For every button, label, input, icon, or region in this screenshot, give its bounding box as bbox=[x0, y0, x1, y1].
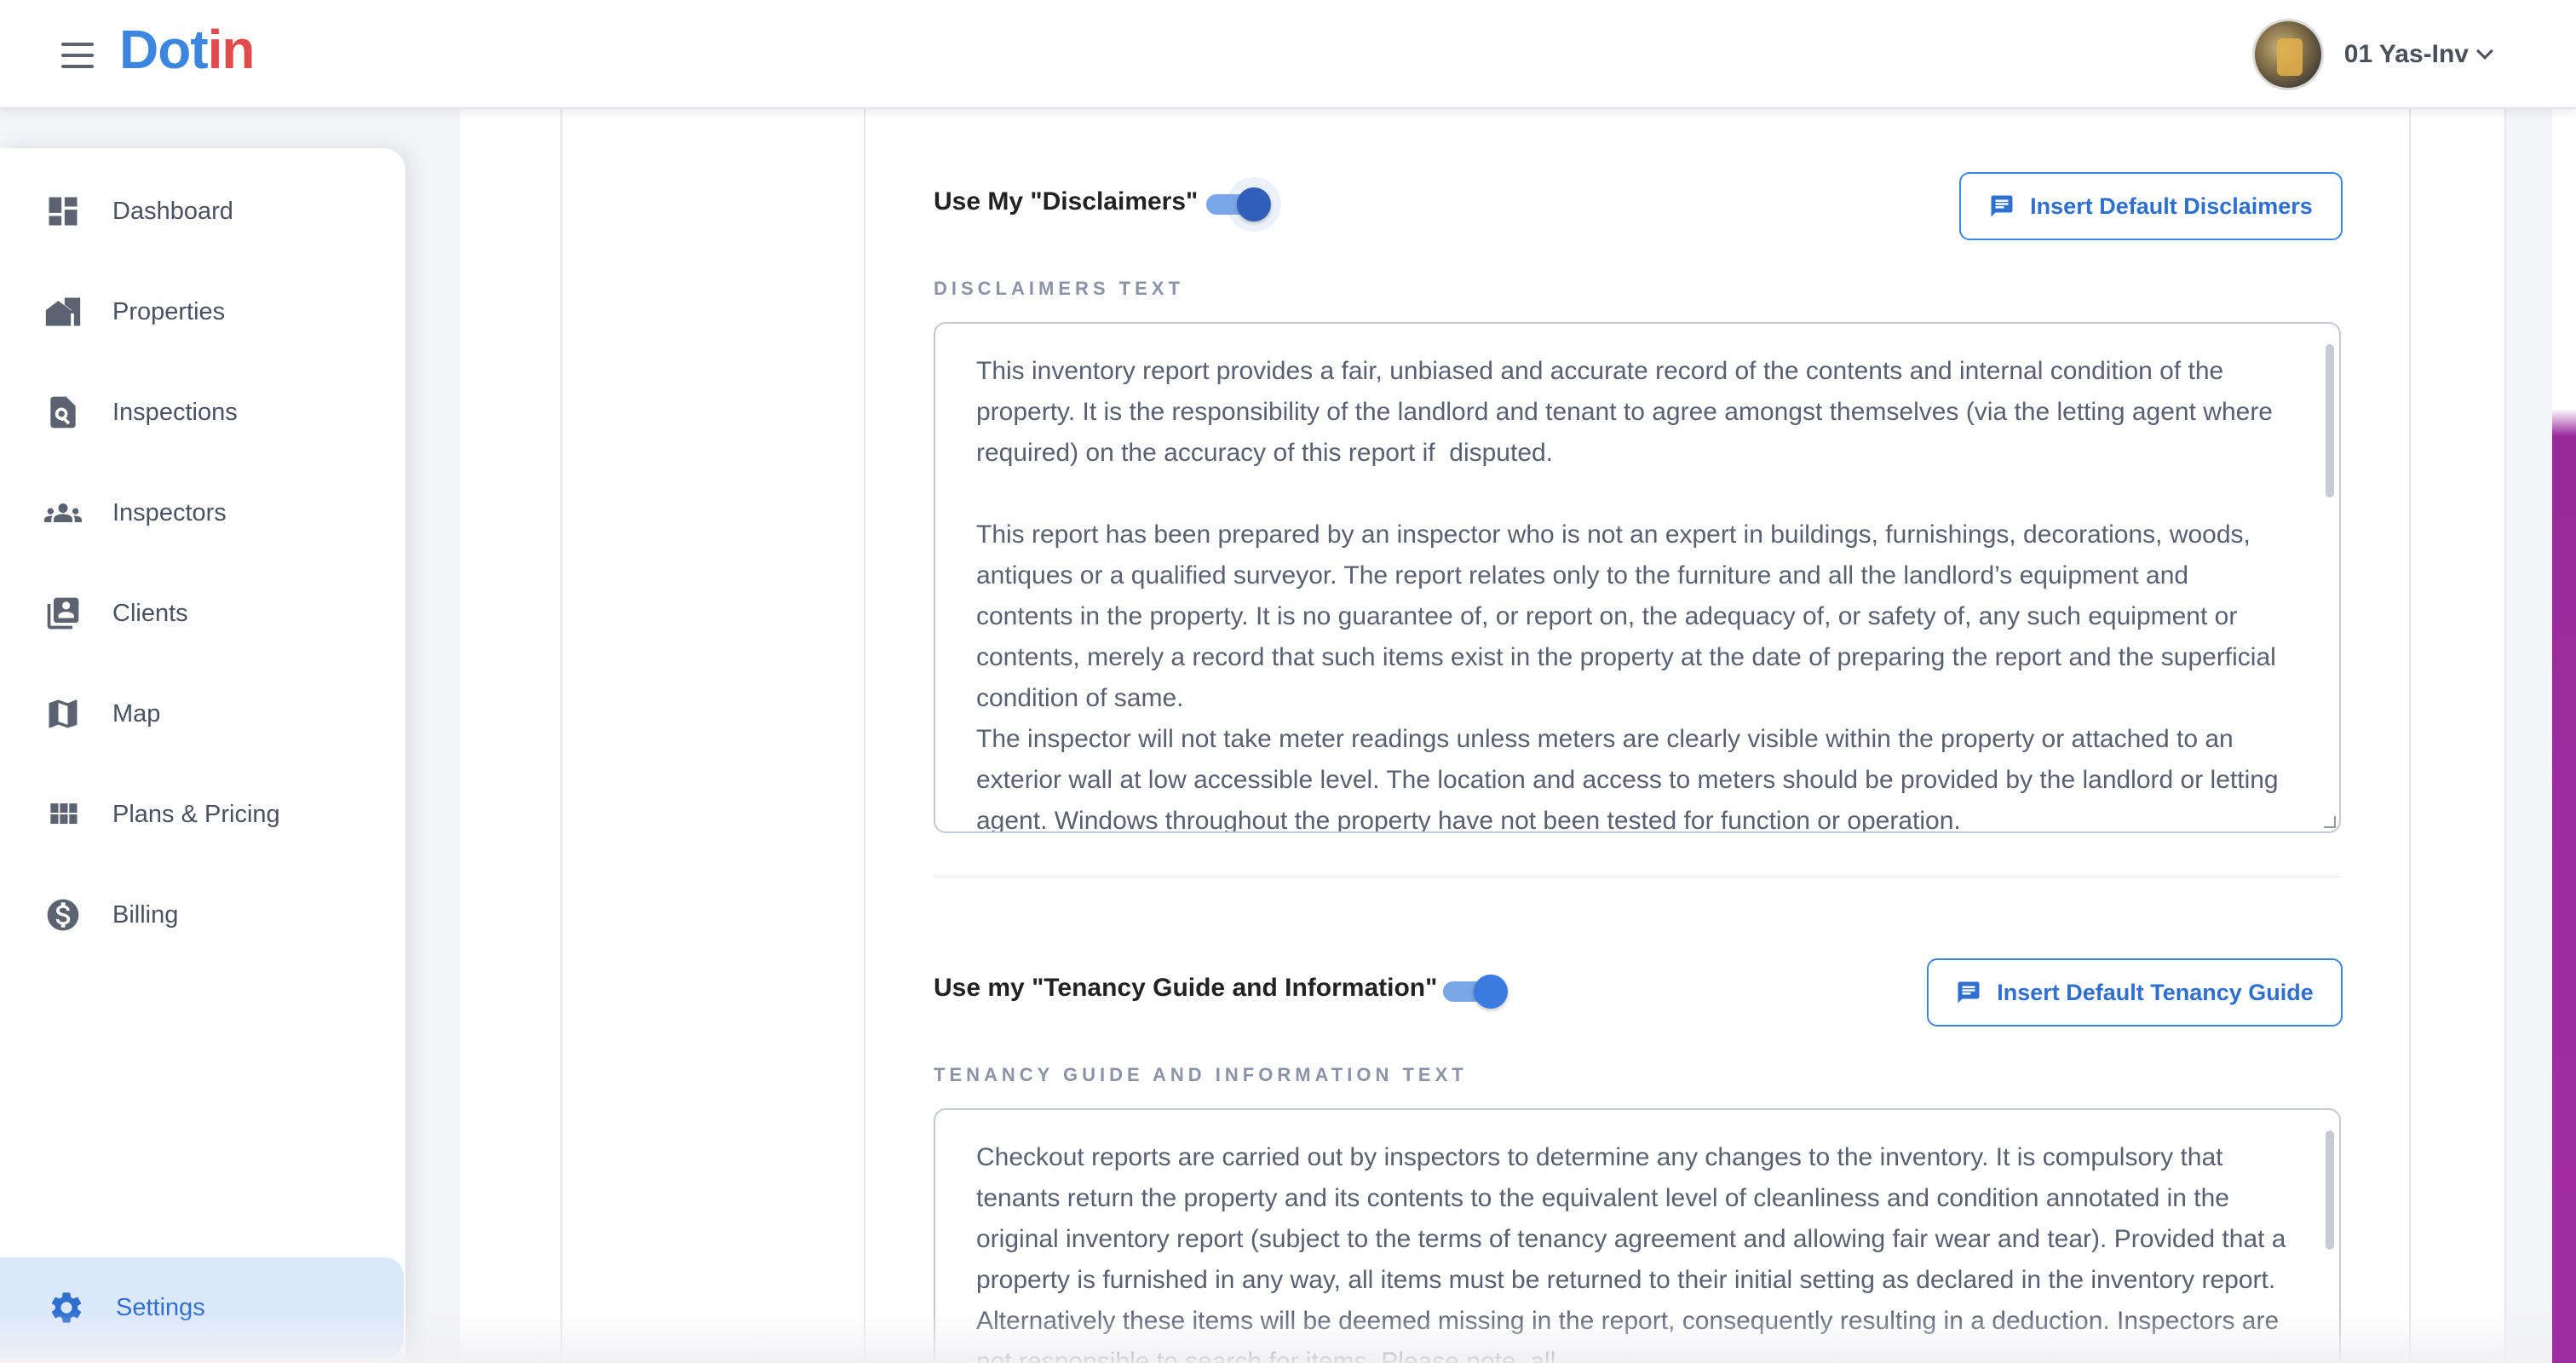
sidebar-item-properties[interactable]: Properties bbox=[0, 269, 405, 354]
resize-handle[interactable] bbox=[2324, 816, 2336, 828]
tenancy-toggle-label: Use my "Tenancy Guide and Information" bbox=[934, 974, 1438, 1002]
tenancy-textarea[interactable]: Checkout reports are carried out by insp… bbox=[934, 1108, 2341, 1363]
disclaimers-toggle[interactable] bbox=[1206, 177, 1281, 232]
section-divider bbox=[934, 876, 2341, 877]
sidebar-item-label: Map bbox=[112, 699, 161, 728]
user-name: 01 Yas-Inv bbox=[2343, 40, 2469, 68]
sidebar-item-label: Settings bbox=[116, 1293, 205, 1321]
app-logo[interactable]: Dotin bbox=[119, 15, 255, 83]
sidebar-item-inspections[interactable]: Inspections bbox=[0, 370, 405, 455]
menu-icon[interactable] bbox=[61, 43, 95, 68]
background-panel-right bbox=[2409, 109, 2506, 1363]
tenancy-text: Checkout reports are carried out by insp… bbox=[976, 1143, 2293, 1363]
plans-icon bbox=[50, 803, 78, 824]
comment-icon bbox=[1958, 981, 1980, 1004]
sidebar-item-map[interactable]: Map bbox=[0, 671, 405, 756]
disclaimers-textarea[interactable]: This inventory report provides a fair, u… bbox=[934, 322, 2341, 833]
toggle-knob bbox=[1237, 187, 1271, 221]
sidebar-item-plans-pricing[interactable]: Plans & Pricing bbox=[0, 772, 405, 857]
sidebar-item-label: Plans & Pricing bbox=[112, 800, 280, 828]
insert-default-disclaimers-button[interactable]: Insert Default Disclaimers bbox=[1959, 172, 2343, 240]
textarea-scrollbar[interactable] bbox=[2326, 344, 2334, 497]
properties-icon bbox=[45, 297, 81, 326]
inspections-icon bbox=[50, 396, 76, 428]
background-panel-left bbox=[460, 109, 562, 1363]
disclaimers-text: This inventory report provides a fair, u… bbox=[976, 357, 2279, 833]
disclaimers-field-caption: DISCLAIMERS TEXT bbox=[934, 278, 1184, 299]
background-panel-gap bbox=[562, 109, 865, 1363]
sidebar-item-label: Inspectors bbox=[112, 498, 227, 526]
sidebar: Dashboard Properties Inspections Inspect… bbox=[0, 148, 405, 1363]
sidebar-item-label: Inspections bbox=[112, 398, 238, 426]
app-header: Dotin 01 Yas-Inv bbox=[0, 0, 2576, 109]
disclaimers-toggle-label: Use My "Disclaimers" bbox=[934, 187, 1199, 216]
inspectors-icon bbox=[44, 503, 82, 522]
gear-icon bbox=[51, 1292, 82, 1323]
sidebar-item-dashboard[interactable]: Dashboard bbox=[0, 169, 405, 254]
logo-text-dot: Dot bbox=[119, 19, 209, 80]
chevron-down-icon bbox=[2476, 43, 2493, 60]
tenancy-field-caption: TENANCY GUIDE AND INFORMATION TEXT bbox=[934, 1064, 1468, 1085]
sidebar-item-label: Billing bbox=[112, 900, 179, 929]
sidebar-item-inspectors[interactable]: Inspectors bbox=[0, 470, 405, 555]
button-label: Insert Default Disclaimers bbox=[2030, 193, 2313, 219]
button-label: Insert Default Tenancy Guide bbox=[1997, 979, 2314, 1005]
map-icon bbox=[49, 699, 78, 728]
tenancy-toggle[interactable] bbox=[1443, 975, 1508, 1009]
user-menu[interactable]: 01 Yas-Inv bbox=[2251, 17, 2493, 92]
sidebar-item-billing[interactable]: Billing bbox=[0, 872, 405, 958]
sidebar-item-label: Clients bbox=[112, 599, 188, 627]
comment-icon bbox=[1991, 195, 2013, 217]
window-scrollbar[interactable] bbox=[2552, 0, 2576, 1363]
sidebar-item-settings[interactable]: Settings bbox=[0, 1257, 404, 1358]
dashboard-icon bbox=[49, 197, 78, 226]
sidebar-item-label: Properties bbox=[112, 297, 226, 325]
clients-icon bbox=[47, 597, 79, 630]
sidebar-item-clients[interactable]: Clients bbox=[0, 571, 405, 656]
insert-default-tenancy-guide-button[interactable]: Insert Default Tenancy Guide bbox=[1927, 958, 2343, 1027]
toggle-knob bbox=[1474, 975, 1508, 1009]
billing-icon bbox=[47, 899, 79, 931]
logo-text-in: in bbox=[207, 19, 256, 80]
sidebar-item-label: Dashboard bbox=[112, 197, 233, 225]
avatar bbox=[2251, 19, 2324, 90]
textarea-scrollbar[interactable] bbox=[2326, 1130, 2334, 1250]
